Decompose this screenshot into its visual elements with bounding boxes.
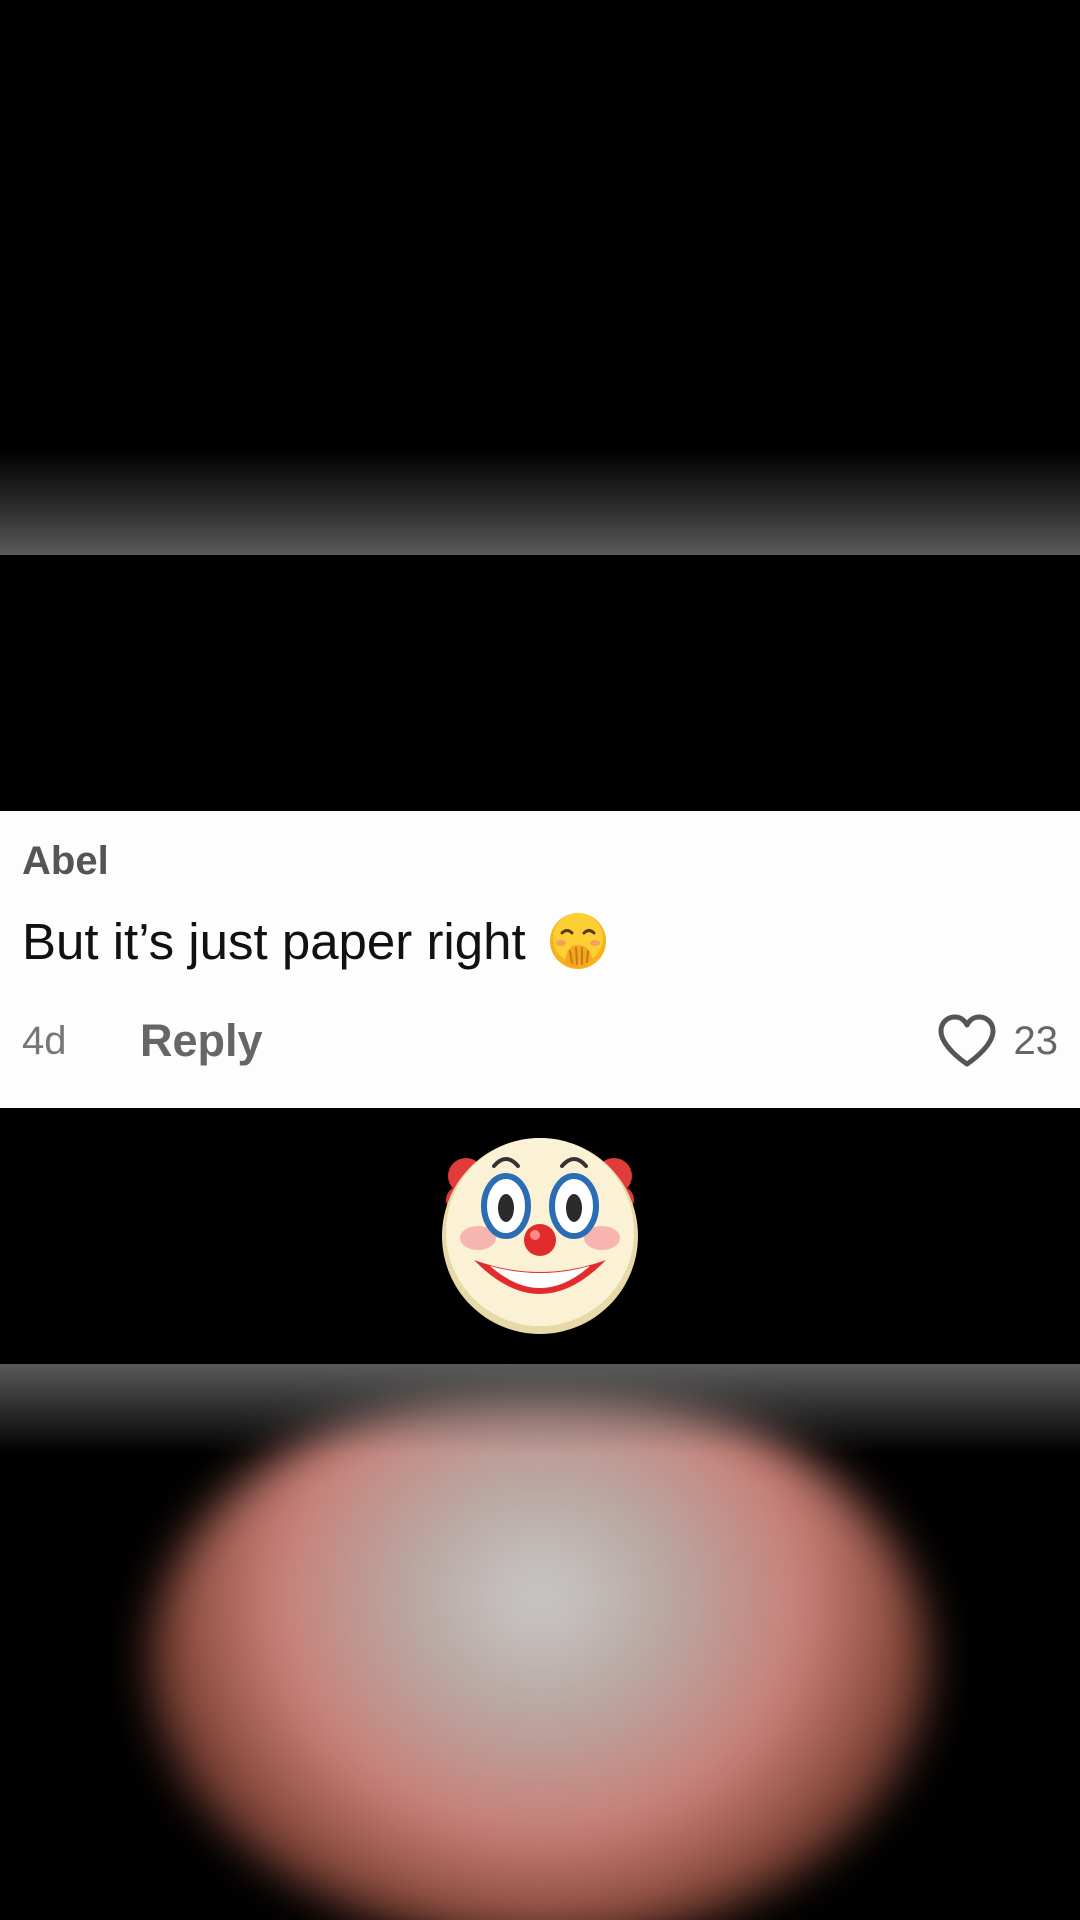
blur-top-fade [0,1364,1080,1454]
comment-text: But it’s just paper right [22,912,526,970]
comment-meta-row: 4d Reply 23 [22,1011,1058,1071]
comment-timestamp: 4d [22,1019,67,1063]
face-with-hand-over-mouth-icon [548,911,608,971]
comment-card: Abel But it’s just paper right 4d Reply [0,811,1080,1108]
video-background-middle [0,555,1080,811]
blurred-video-frame [0,1364,1080,1920]
blurred-clown-shape [150,1384,930,1920]
reaction-area [0,1108,1080,1364]
heart-icon[interactable] [936,1013,998,1069]
like-count: 23 [1013,1018,1059,1063]
video-background-top [0,0,1080,555]
comment-username[interactable]: Abel [22,839,109,884]
like-button[interactable]: 23 [936,1011,1059,1071]
reply-button[interactable]: Reply [140,1015,263,1067]
comment-body: But it’s just paper right [22,911,608,971]
clown-face-icon [432,1128,648,1344]
